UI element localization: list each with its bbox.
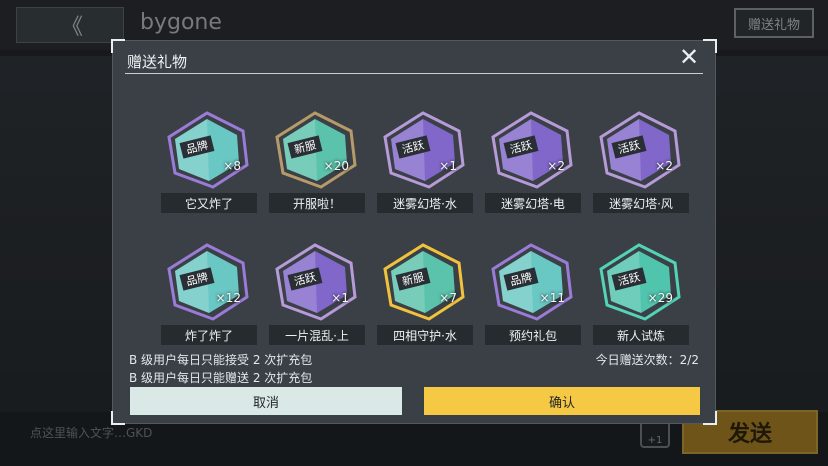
gift-pack-icon: 活跃 <box>275 243 357 321</box>
gift-item[interactable]: 新服 ×7 四相守护·水 <box>371 241 479 349</box>
gift-pack-icon: 活跃 <box>491 111 573 189</box>
gift-name: 预约礼包 <box>485 325 581 345</box>
gift-item[interactable]: 品牌 ×12 炸了炸了 <box>155 241 263 349</box>
confirm-button[interactable]: 确认 <box>421 387 703 415</box>
gift-pack-icon: 品牌 <box>167 243 249 321</box>
gift-count: ×20 <box>323 159 349 173</box>
daily-send-count: 今日赠送次数：2/2 <box>595 353 699 367</box>
gift-pack-icon: 活跃 <box>383 111 465 189</box>
send-limit-text: B 级用户每日只能赠送 2 次扩充包 <box>129 371 313 385</box>
gift-item[interactable]: 新服 ×20 开服啦！ <box>263 109 371 217</box>
cancel-button[interactable]: 取消 <box>127 387 405 415</box>
dialog-title: 赠送礼物 <box>127 53 188 71</box>
corner-decoration <box>111 411 125 425</box>
corner-decoration <box>703 411 717 425</box>
gift-count: ×2 <box>655 159 673 173</box>
corner-decoration <box>111 39 125 53</box>
gift-pack-icon: 品牌 <box>491 243 573 321</box>
gift-item[interactable]: 活跃 ×2 迷雾幻塔·风 <box>587 109 695 217</box>
gift-pack-icon: 新服 <box>275 111 357 189</box>
gift-name: 四相守护·水 <box>377 325 473 345</box>
gift-name: 迷雾幻塔·电 <box>485 193 581 213</box>
gift-count: ×2 <box>547 159 565 173</box>
close-icon[interactable]: ✕ <box>677 45 701 69</box>
gift-name: 新人试炼 <box>593 325 689 345</box>
gift-name: 它又炸了 <box>161 193 257 213</box>
gift-name: 迷雾幻塔·风 <box>593 193 689 213</box>
gift-count: ×12 <box>215 291 241 305</box>
gift-pack-icon: 新服 <box>383 243 465 321</box>
gift-name: 开服啦！ <box>269 193 365 213</box>
gift-item[interactable]: 活跃 ×29 新人试炼 <box>587 241 695 349</box>
gift-name: 炸了炸了 <box>161 325 257 345</box>
receive-limit-text: B 级用户每日只能接受 2 次扩充包 <box>129 353 313 367</box>
gift-count: ×8 <box>223 159 241 173</box>
gift-count: ×1 <box>439 159 457 173</box>
gift-pack-icon: 活跃 <box>599 243 681 321</box>
gift-name: 迷雾幻塔·水 <box>377 193 473 213</box>
gift-count: ×1 <box>331 291 349 305</box>
gift-count: ×11 <box>539 291 565 305</box>
gift-grid: 品牌 ×8 它又炸了 新服 ×20 开服啦！ 活跃 ×1 迷雾幻塔·水 活跃 ×2 迷雾幻塔·电 活跃 ×… <box>155 109 695 349</box>
gift-item[interactable]: 活跃 ×1 一片混乱·上 <box>263 241 371 349</box>
gift-pack-icon: 品牌 <box>167 111 249 189</box>
gift-item[interactable]: 品牌 ×8 它又炸了 <box>155 109 263 217</box>
gift-item[interactable]: 活跃 ×2 迷雾幻塔·电 <box>479 109 587 217</box>
gift-dialog: 赠送礼物 ✕ 品牌 ×8 它又炸了 新服 ×20 开服啦！ 活跃 ×1 迷雾幻塔·水 活跃 ×2 迷雾… <box>111 39 717 425</box>
gift-name: 一片混乱·上 <box>269 325 365 345</box>
title-divider <box>125 73 703 74</box>
gift-item[interactable]: 品牌 ×11 预约礼包 <box>479 241 587 349</box>
gift-count: ×7 <box>439 291 457 305</box>
corner-decoration <box>703 39 717 53</box>
gift-item[interactable]: 活跃 ×1 迷雾幻塔·水 <box>371 109 479 217</box>
gift-pack-icon: 活跃 <box>599 111 681 189</box>
gift-count: ×29 <box>647 291 673 305</box>
